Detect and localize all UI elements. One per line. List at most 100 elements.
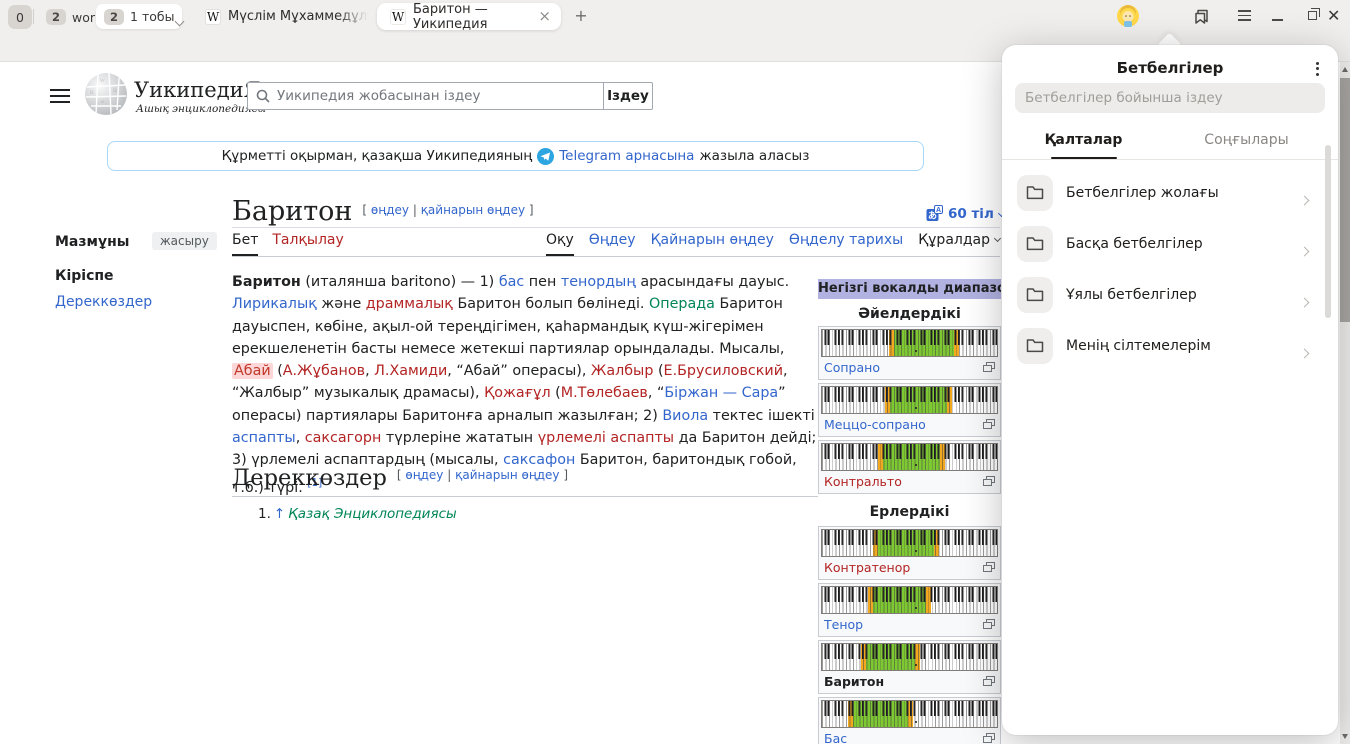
new-tab-button[interactable]: + [571,7,591,27]
edit-link[interactable]: өңдеу [371,203,409,217]
voice-card: Сопрано [818,326,1001,380]
vocal-range-image[interactable] [821,329,998,357]
browser-window: 0 2 work 2 1 тобы W Мүслім Мұхаммедұлы М… [0,0,1350,744]
scroll-up-arrow[interactable] [1342,67,1348,72]
profile-avatar[interactable] [1117,5,1139,27]
tab-group-count-badge: 2 [46,9,66,25]
window-maximize-button[interactable] [1308,11,1317,20]
voice-link[interactable]: Контральто [824,474,902,489]
tab-tools[interactable]: Құралдар [918,232,1000,254]
chevron-right-icon [1301,342,1308,361]
wiki-search-button[interactable]: Іздеу [603,82,653,110]
tab-counter-badge[interactable]: 0 [8,5,32,29]
language-icon: あ A [926,205,943,222]
tab-edit-source[interactable]: Қайнарын өңдеу [651,232,774,254]
vocal-range-image[interactable] [821,529,998,557]
popup-title: Бетбелгілер [1002,59,1338,77]
telegram-icon [537,148,554,165]
kebab-menu-icon[interactable] [1312,58,1322,79]
toc-hide-button[interactable]: жасыру [152,232,217,250]
wiki-search-input[interactable] [277,88,603,104]
toc-item-references[interactable]: Дереккөздер [55,294,220,310]
tab-close-icon[interactable]: × [536,9,553,24]
article-title: Баритон[ өңдеу | қайнарын өңдеу ] [232,196,534,227]
enlarge-icon[interactable] [983,419,995,429]
voice-card: Баритон [818,640,1001,694]
wiki-main-menu-icon[interactable] [50,89,70,107]
window-close-button[interactable]: ✕ [1327,6,1340,25]
divider [232,227,1000,228]
folder-row-other-bookmarks[interactable]: Басқа бетбелгілер [1002,218,1338,269]
edit-link[interactable]: өңдеу [405,468,443,482]
folder-row-mobile-bookmarks[interactable]: Ұялы бетбелгілер [1002,269,1338,320]
folder-icon [1026,287,1044,302]
enlarge-icon[interactable] [983,733,995,743]
voice-link[interactable]: Сопрано [824,360,880,375]
chevron-right-icon [1301,291,1308,310]
popup-scrollbar-thumb[interactable] [1325,145,1331,318]
vocal-range-image[interactable] [821,386,998,414]
folder-icon [1026,236,1044,251]
tab-group-toby[interactable]: 2 1 тобы [96,4,182,29]
toc-item-intro[interactable]: Кіріспе [55,268,220,284]
voice-link[interactable]: Контратенор [824,560,910,575]
enlarge-icon[interactable] [983,362,995,372]
browser-menu-icon[interactable] [1238,10,1251,24]
voice-link[interactable]: Баритон [824,674,884,689]
vocal-range-image[interactable] [821,586,998,614]
voice-link[interactable]: Меццо-сопрано [824,417,926,432]
reference-backlink[interactable]: ↑ [274,506,285,522]
folders-list: Бетбелгілер жолағы Басқа бетбелгілер Ұял… [1002,167,1338,371]
bookmarks-search-box[interactable] [1015,83,1325,113]
bookmarks-search-input[interactable] [1025,90,1315,106]
voice-link[interactable]: Тенор [824,617,863,632]
folder-icon [1026,338,1044,353]
window-minimize-button[interactable] [1272,19,1283,21]
tab-talk[interactable]: Талқылау [272,232,343,256]
wiki-search-box[interactable] [247,82,604,110]
svg-text:И: И [90,91,94,96]
page-tabs: Бет Талқылау Оқу Өңдеу Қайнарын өңдеу Өң… [232,232,1000,257]
page-scrollbar[interactable] [1340,62,1350,744]
vocal-range-image[interactable] [821,643,998,671]
wikipedia-logo[interactable]: WΩИω [84,72,128,116]
svg-text:Ω: Ω [113,89,117,94]
tab-read[interactable]: Оқу [546,232,574,256]
folder-row-bookmarks-bar[interactable]: Бетбелгілер жолағы [1002,167,1338,218]
folder-label: Басқа бетбелгілер [1066,236,1203,252]
voice-card: Бас [818,697,1001,744]
tab-active[interactable]: W Баритон — Уикипедия × [377,3,561,30]
wiki-wordmark[interactable]: УикипедиЯ [134,78,261,102]
vocal-range-image[interactable] [821,700,998,728]
tab-history[interactable]: Өңделу тарихы [789,232,903,254]
wikipedia-favicon: W [205,9,221,25]
voice-link[interactable]: Бас [824,731,847,744]
reference-source-link[interactable]: Қазақ Энциклопедиясы [288,506,456,522]
bookmarks-popup: Бетбелгілер Қалталар Соңғылары Бетбелгіл… [1002,45,1338,735]
bookmarks-panels-icon[interactable] [1193,8,1210,25]
popup-tab-folders[interactable]: Қалталар [1002,121,1165,159]
enlarge-icon[interactable] [983,676,995,686]
tab-inactive[interactable]: W Мүслім Мұхаммедұлы Ма [200,3,372,30]
voice-card: Меццо-сопрано [818,383,1001,437]
tab-edit[interactable]: Өңдеу [589,232,636,254]
scroll-down-arrow[interactable] [1342,734,1348,739]
voice-card: Контральто [818,440,1001,494]
enlarge-icon[interactable] [983,562,995,572]
telegram-link[interactable]: Telegram арнасына [559,148,694,164]
folder-row-my-links[interactable]: Менің сілтемелерім [1002,320,1338,371]
enlarge-icon[interactable] [983,619,995,629]
scrollbar-thumb[interactable] [1340,78,1350,322]
tab-strip: 0 2 work 2 1 тобы W Мүслім Мұхаммедұлы М… [0,0,1350,33]
vocal-range-image[interactable] [821,443,998,471]
popup-tab-recent[interactable]: Соңғылары [1165,121,1328,159]
tab-page[interactable]: Бет [232,232,258,256]
enlarge-icon[interactable] [983,476,995,486]
edit-source-link[interactable]: қайнарын өңдеу [455,468,559,482]
voice-card: Тенор [818,583,1001,637]
tab-group-chevron-icon[interactable] [176,10,183,29]
table-of-contents: Мазмұны жасыру Кіріспе Дереккөздер [55,233,220,310]
sitenotice-banner: Құрметті оқырман, қазақша Уикипедияның T… [107,141,924,171]
language-selector-button[interactable]: あ A 60 тіл [926,205,1004,222]
edit-source-link[interactable]: қайнарын өңдеу [421,203,525,217]
